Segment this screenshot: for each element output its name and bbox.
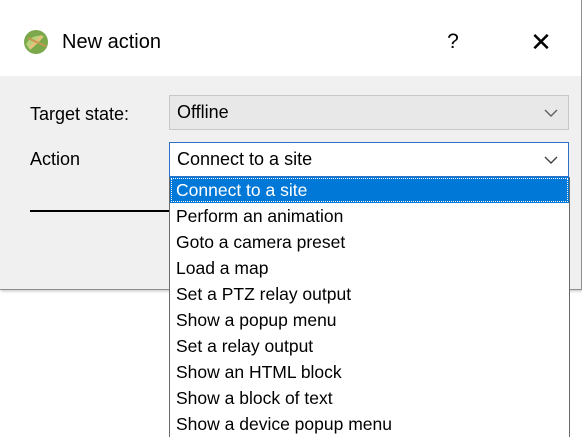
chevron-down-icon	[544, 109, 558, 117]
chevron-down-icon	[544, 156, 558, 164]
dropdown-option[interactable]: Show a block of text	[170, 385, 569, 411]
window-title: New action	[62, 31, 161, 53]
target-state-label: Target state:	[30, 104, 130, 124]
dropdown-option[interactable]: Show an HTML block	[170, 359, 569, 385]
action-value: Connect to a site	[177, 149, 313, 169]
title-bar: New action ? ✕	[0, 0, 581, 76]
dropdown-option[interactable]: Goto a camera preset	[170, 229, 569, 255]
dropdown-option[interactable]: Set a PTZ relay output	[170, 281, 569, 307]
target-state-select[interactable]: Offline	[169, 95, 569, 130]
close-button[interactable]: ✕	[518, 20, 564, 64]
target-state-value: Offline	[177, 102, 229, 122]
dropdown-option[interactable]: Perform an animation	[170, 203, 569, 229]
page: New action ? ✕ Target state: Offline Act…	[0, 0, 582, 437]
dropdown-option[interactable]: Set a relay output	[170, 333, 569, 359]
action-dropdown-list[interactable]: Connect to a site Perform an animation Got…	[169, 177, 570, 437]
dropdown-option[interactable]: Connect to a site	[170, 177, 569, 203]
dropdown-option[interactable]: Show a popup menu	[170, 307, 569, 333]
help-button[interactable]: ?	[430, 20, 476, 64]
dropdown-option[interactable]: Load a map	[170, 255, 569, 281]
app-icon	[24, 30, 48, 54]
action-select[interactable]: Connect to a site	[169, 142, 569, 177]
separator-line	[30, 210, 170, 212]
dropdown-option[interactable]: Show a device popup menu	[170, 411, 569, 437]
action-label: Action	[30, 149, 81, 169]
